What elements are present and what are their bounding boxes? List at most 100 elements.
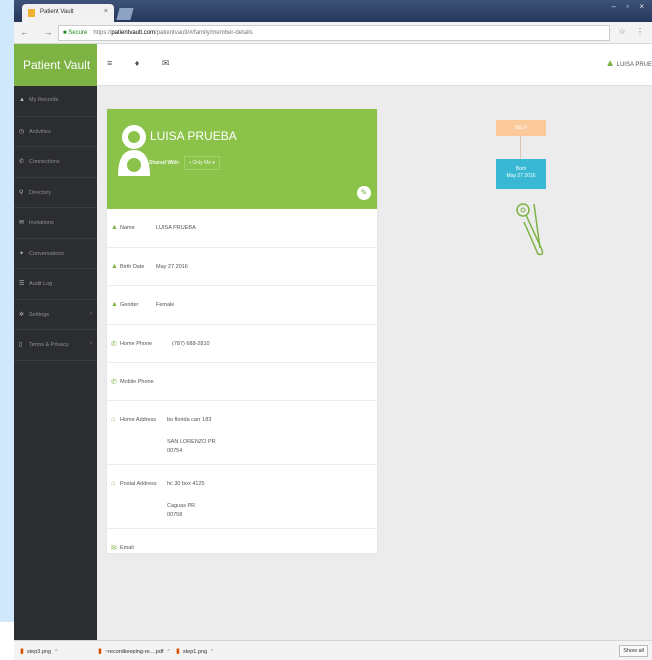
download-item[interactable]: ▮ step1.png ^: [176, 647, 214, 655]
field-postal-address: ⌂ Postal Address hc 30 box 4125 Caguas P…: [107, 465, 377, 529]
sidebar-item-label: My Records: [29, 97, 59, 103]
person-icon: ▲: [111, 262, 118, 270]
sidebar-item-directory[interactable]: ⚲ Directory: [14, 178, 97, 208]
sidebar-item-label: Audit Log: [29, 281, 53, 287]
browser-tab[interactable]: Patient Vault ×: [22, 4, 114, 22]
document-icon: ▯: [19, 342, 23, 348]
pencil-icon: ✎: [360, 188, 368, 197]
phone-icon: ✆: [111, 379, 117, 386]
browser-toolbar: ← → C ■ Secure https://patientvault.com/p…: [14, 22, 652, 44]
field-home-phone: ✆ Home Phone (787) 688-2810: [107, 325, 377, 363]
chat-icon: ✦: [19, 250, 25, 257]
field-home-address: ⌂ Home Address bo florida carr 183 SAN L…: [107, 401, 377, 465]
sidebar-item-label: Activities: [29, 128, 51, 135]
sidebar-item-label: Directory: [29, 189, 52, 196]
field-label: Mobile Phone: [120, 379, 154, 385]
sidebar-item-audit-log[interactable]: ☰ Audit Log: [14, 269, 97, 300]
field-value-line2: SAN LORENZO PR: [167, 439, 216, 445]
edit-profile-button[interactable]: ✎: [357, 186, 371, 200]
download-filename: step3.png: [26, 649, 52, 655]
profile-header: LUISA PRUEBA Shared With: ▪ Only Me ▾ ✎: [107, 109, 377, 209]
field-label: Birth Date: [120, 263, 145, 270]
person-icon: ▲: [111, 301, 118, 308]
show-all-button[interactable]: Show all: [619, 645, 648, 657]
field-value: May 27 2016: [156, 263, 188, 270]
born-date: May 27 2016: [506, 173, 536, 179]
user-name: LUISA PRUE: [616, 62, 652, 68]
sidebar-item-activities[interactable]: ◷ Activities: [14, 117, 97, 147]
chevron-up-icon[interactable]: ^: [55, 649, 58, 655]
field-email: ✉ Email: [107, 529, 377, 563]
desktop-edge: [0, 622, 14, 660]
url-scheme: https://: [93, 30, 112, 36]
list-icon: ☰: [19, 281, 25, 287]
field-value-line2: Caguas PR: [167, 503, 196, 509]
file-icon: ▮: [176, 648, 180, 655]
sidebar-item-conversations[interactable]: ✦ Conversations: [14, 239, 97, 269]
field-gender: ▲ Gender Female: [107, 286, 377, 325]
chevron-right-icon: ›: [90, 341, 92, 347]
brand-logo[interactable]: Patient Vault: [14, 44, 97, 86]
screen: Patient Vault × – ▫ × ← → C ■ Secure http…: [0, 0, 652, 660]
chevron-up-icon[interactable]: ^: [167, 649, 170, 655]
sidebar-item-terms-privacy[interactable]: ▯ Terms & Privacy ›: [14, 330, 97, 361]
close-tab-icon[interactable]: ×: [104, 8, 108, 15]
field-value: Female: [156, 302, 175, 308]
app-window: Patient Vault ▲ My Records ◷ Activities ✆ Con…: [14, 44, 652, 640]
field-label: Home Address: [120, 417, 157, 423]
tree-node-self[interactable]: SELF: [496, 120, 546, 136]
favicon-icon: [28, 9, 35, 17]
sidebar-menu: ▲ My Records ◷ Activities ✆ Connections ⚲ Direc…: [14, 86, 97, 361]
field-label: Home Phone: [120, 340, 153, 347]
download-bar: ▮ step3.png ^ ▮ ~recordkeeping-re....pdf ^ ▮…: [14, 640, 652, 660]
field-label: Email: [120, 545, 134, 551]
field-value: bo florida carr 183: [167, 417, 212, 423]
phone-icon: ✆: [111, 340, 117, 348]
sidebar-item-my-records[interactable]: ▲ My Records: [14, 86, 97, 117]
sidebar-item-connections[interactable]: ✆ Connections: [14, 147, 97, 178]
envelope-icon: ✉: [19, 220, 25, 226]
tree-node-born[interactable]: Born May 27 2016: [496, 159, 546, 189]
avatar-icon: [118, 125, 150, 176]
sidebar-item-label: Connections: [29, 159, 60, 165]
address-bar[interactable]: ■ Secure https://patientvault.com/patient…: [58, 25, 610, 41]
profile-name: LUISA PRUEBA: [150, 129, 237, 143]
field-value: hc 30 box 4125: [167, 481, 205, 487]
clock-icon: ◷: [19, 128, 25, 135]
email-icon: ✉: [111, 545, 117, 552]
field-value-line3: 00754: [167, 448, 183, 454]
top-bar: ≡ ♦ ✉ ▲ LUISA PRUE: [97, 44, 652, 86]
sidebar-item-invitations[interactable]: ✉ Invitations: [14, 208, 97, 239]
user-icon: ▲: [605, 58, 615, 69]
shared-with-label: Shared With:: [149, 160, 180, 166]
browser-menu-icons[interactable]: ☆ ⋮: [619, 27, 648, 36]
sidebar-item-label: Settings: [29, 311, 49, 318]
chevron-up-icon[interactable]: ^: [211, 649, 214, 655]
field-value: (787) 688-2810: [172, 340, 210, 347]
window-controls[interactable]: – ▫ ×: [612, 2, 648, 11]
phone-icon: ✆: [19, 159, 25, 165]
toolbar-icons[interactable]: ≡ ♦ ✉: [107, 58, 179, 69]
download-item[interactable]: ▮ step3.png ^: [20, 647, 58, 655]
url-path: /patientvault/#/family/member-details: [155, 30, 253, 36]
user-menu[interactable]: ▲ LUISA PRUE: [605, 58, 652, 69]
field-birth-date: ▲ Birth Date May 27 2016: [107, 248, 377, 286]
sidebar-item-label: Invitations: [29, 220, 54, 226]
file-icon: ▮: [20, 648, 24, 655]
secure-label: Secure: [68, 30, 88, 36]
sidebar-item-settings[interactable]: ✲ Settings ›: [14, 300, 97, 330]
shared-with: Shared With: ▪ Only Me ▾: [149, 156, 220, 170]
download-filename: ~recordkeeping-re....pdf: [104, 649, 164, 655]
sidebar: Patient Vault ▲ My Records ◷ Activities ✆ Con…: [14, 44, 97, 640]
shared-with-dropdown[interactable]: ▪ Only Me ▾: [184, 156, 220, 170]
home-icon: ⌂: [111, 480, 116, 487]
new-tab-button[interactable]: [116, 8, 134, 20]
person-icon: ▲: [111, 224, 118, 231]
search-icon: ⚲: [19, 189, 24, 196]
chevron-right-icon: ›: [90, 310, 92, 317]
home-icon: ⌂: [111, 416, 116, 423]
download-item[interactable]: ▮ ~recordkeeping-re....pdf ^: [98, 647, 170, 655]
tree-connector: [520, 136, 521, 159]
field-name: ▲ Name LUISA PRUEBA: [107, 209, 377, 248]
field-value: LUISA PRUEBA: [156, 225, 196, 231]
